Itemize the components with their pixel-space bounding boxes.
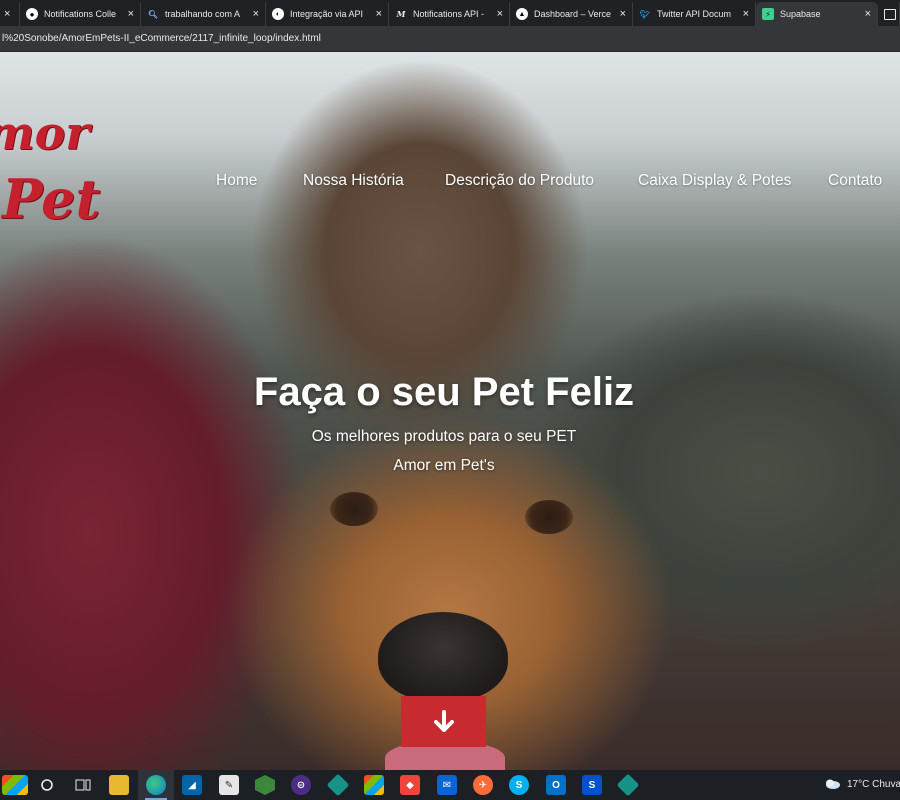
nav-home[interactable]: Home: [216, 172, 257, 190]
skype-icon[interactable]: S: [509, 775, 529, 795]
tab-title: trabalhando com A: [165, 9, 241, 19]
windows-start-icon[interactable]: [2, 775, 28, 795]
outlook-icon[interactable]: O: [546, 775, 566, 795]
tab-6[interactable]: 🐦︎ Twitter API Docum ×: [633, 2, 756, 26]
vercel-triangle-icon: ▲: [516, 8, 528, 20]
tab-0[interactable]: ×: [0, 2, 20, 26]
close-icon[interactable]: ×: [128, 8, 134, 20]
dog-eye: [525, 500, 573, 534]
nodejs-icon[interactable]: [255, 775, 275, 795]
vercel-icon: ◐: [272, 8, 284, 20]
tab-title: Supabase: [780, 9, 821, 19]
supabase-icon: ⚡︎: [762, 8, 774, 20]
mail-icon[interactable]: ✉: [437, 775, 457, 795]
hero-section: mor Pet's Home Nossa História Descrição …: [0, 52, 900, 770]
tab-title: Integração via API: [290, 9, 364, 19]
taskbar: ◢ ✎ ⊝ ◆ ✉ ✈ S O S 17°C Chuva: [0, 770, 900, 800]
tab-3[interactable]: ◐ Integração via API ×: [266, 2, 389, 26]
tab-title: Twitter API Docum: [657, 9, 732, 19]
postman-icon[interactable]: ✈: [473, 775, 493, 795]
nav-contato[interactable]: Contato: [828, 172, 882, 190]
anydesk-icon[interactable]: ◆: [400, 775, 420, 795]
github-icon: ●: [26, 8, 38, 20]
close-icon[interactable]: ×: [865, 8, 871, 20]
edge-icon[interactable]: [146, 775, 166, 795]
nav-nossa-historia[interactable]: Nossa História: [303, 172, 404, 190]
close-icon[interactable]: ×: [497, 8, 503, 20]
hero-subtitle: Os melhores produtos para o seu PET: [311, 428, 577, 445]
gitkraken-icon[interactable]: [326, 773, 350, 797]
close-icon[interactable]: ×: [4, 8, 10, 20]
nav-caixa-display[interactable]: Caixa Display & Potes: [638, 172, 791, 190]
dog-nose: [378, 612, 508, 702]
tab-5[interactable]: ▲ Dashboard – Verce ×: [510, 2, 633, 26]
tab-1[interactable]: ● Notifications Colle ×: [20, 2, 141, 26]
page-icon: [884, 8, 896, 20]
address-bar[interactable]: l%20Sonobe/AmorEmPets-II_eCommerce/2117_…: [0, 26, 900, 52]
hero-brand: Amor em Pet's: [393, 457, 495, 474]
hero-title: Faça o seu Pet Feliz: [253, 370, 635, 414]
logo-line-1: mor: [0, 110, 90, 160]
tab-title: Notifications Colle: [44, 9, 117, 19]
screen: × ● Notifications Colle × 🔍︎ trabalhando…: [0, 0, 900, 800]
sourcetree-icon[interactable]: S: [582, 775, 602, 795]
close-icon[interactable]: ×: [743, 8, 749, 20]
tab-title: Notifications API -: [413, 9, 485, 19]
tab-8[interactable]: [878, 2, 900, 26]
close-icon[interactable]: ×: [620, 8, 626, 20]
close-icon[interactable]: ×: [253, 8, 259, 20]
tab-title: Dashboard – Verce: [534, 9, 612, 19]
file-explorer-icon[interactable]: [109, 775, 129, 795]
url-text[interactable]: l%20Sonobe/AmorEmPets-II_eCommerce/2117_…: [0, 33, 321, 44]
vscode-icon[interactable]: ◢: [182, 775, 202, 795]
nav-descricao-produto[interactable]: Descrição do Produto: [445, 172, 594, 190]
medium-icon: M: [396, 9, 406, 19]
tab-4[interactable]: M Notifications API - ×: [389, 2, 510, 26]
tab-2[interactable]: 🔍︎ trabalhando com A ×: [141, 2, 266, 26]
close-icon[interactable]: ×: [376, 8, 382, 20]
arrow-down-icon: [433, 709, 454, 732]
main-nav: Home Nossa História Descrição do Produto…: [0, 172, 900, 202]
notepad-icon[interactable]: ✎: [219, 775, 239, 795]
task-view-icon[interactable]: [73, 775, 93, 795]
dog-eye: [330, 492, 378, 526]
insomnia-icon[interactable]: ⊝: [291, 775, 311, 795]
browser-tab-strip: × ● Notifications Colle × 🔍︎ trabalhando…: [0, 0, 900, 26]
weather-text[interactable]: 17°C Chuva: [847, 779, 900, 790]
search-circle-icon[interactable]: [37, 775, 57, 795]
store-icon[interactable]: [364, 775, 384, 795]
git-icon[interactable]: [616, 773, 640, 797]
search-icon: 🔍︎: [147, 9, 159, 19]
scroll-down-button[interactable]: [401, 696, 486, 747]
cloud-rain-icon[interactable]: [822, 775, 844, 795]
twitter-icon: 🐦︎: [639, 9, 651, 19]
tab-7[interactable]: ⚡︎ Supabase ×: [756, 2, 878, 26]
